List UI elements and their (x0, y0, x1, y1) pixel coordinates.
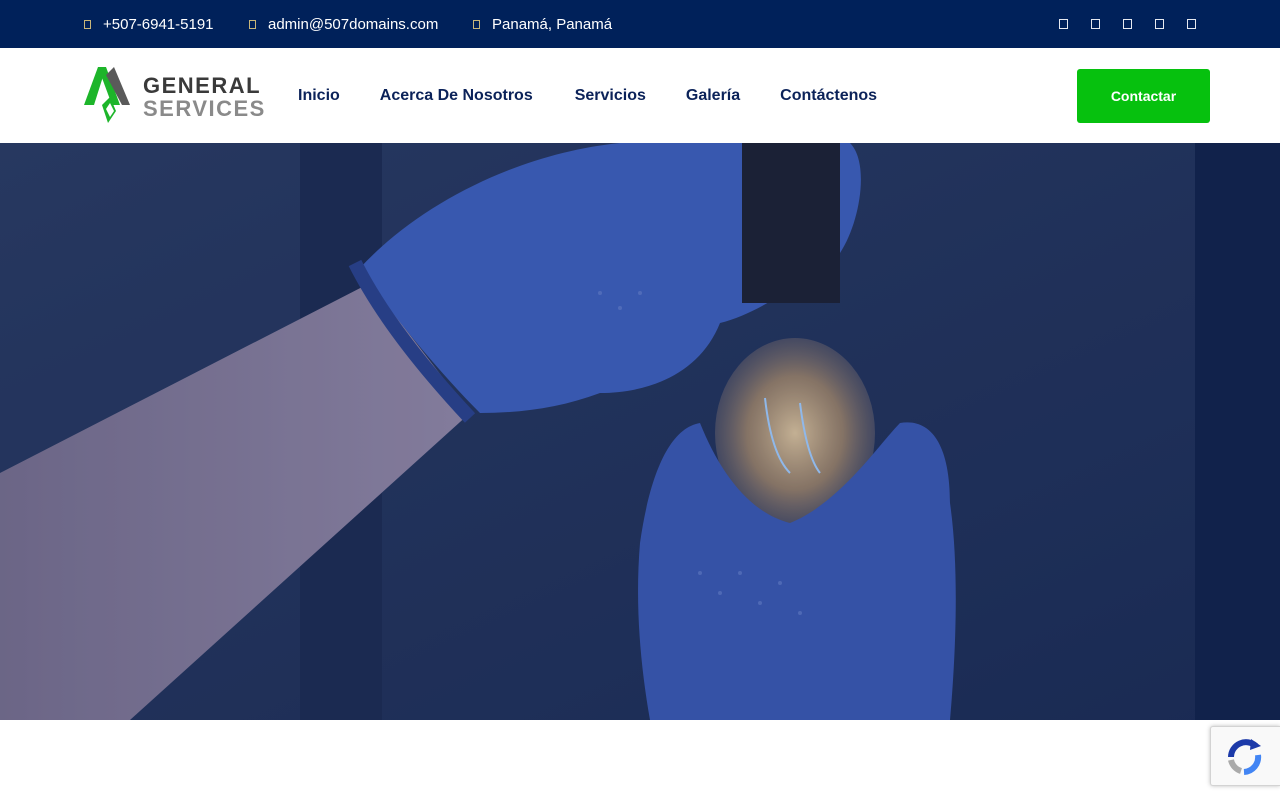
hero-banner (0, 143, 1280, 720)
twitter-icon[interactable] (1091, 19, 1100, 29)
facebook-icon[interactable] (1059, 19, 1068, 29)
recaptcha-icon (1228, 739, 1262, 775)
site-header: GENERAL SERVICES Inicio Acerca De Nosotr… (0, 48, 1280, 143)
main-nav: Inicio Acerca De Nosotros Servicios Gale… (298, 48, 917, 143)
email-text: admin@507domains.com (268, 15, 439, 33)
hero-image (0, 143, 1280, 720)
instagram-icon[interactable] (1123, 19, 1132, 29)
top-info-bar: +507-6941-5191 admin@507domains.com Pana… (0, 0, 1280, 48)
logo-line-1: GENERAL (143, 73, 262, 98)
youtube-icon[interactable] (1187, 19, 1196, 29)
nav-inicio[interactable]: Inicio (298, 87, 340, 105)
phone-icon (84, 19, 91, 29)
nav-servicios[interactable]: Servicios (575, 87, 646, 105)
nav-galeria[interactable]: Galería (686, 87, 740, 105)
phone-text: +507-6941-5191 (103, 15, 214, 33)
linkedin-icon[interactable] (1155, 19, 1164, 29)
email-info[interactable]: admin@507domains.com (249, 0, 438, 48)
site-logo[interactable]: GENERAL SERVICES (84, 65, 264, 125)
nav-contactenos[interactable]: Contáctenos (780, 87, 877, 105)
social-links (1059, 0, 1196, 48)
phone-info[interactable]: +507-6941-5191 (84, 0, 214, 48)
logo-line-2: SERVICES (143, 96, 266, 121)
location-text: Panamá, Panamá (492, 15, 613, 33)
logo-mark-icon (84, 67, 130, 123)
location-info: Panamá, Panamá (473, 0, 612, 48)
nav-acerca-de-nosotros[interactable]: Acerca De Nosotros (380, 87, 533, 105)
map-marker-icon (473, 19, 480, 29)
envelope-icon (249, 19, 256, 29)
contactar-button[interactable]: Contactar (1077, 69, 1210, 123)
recaptcha-badge[interactable] (1210, 726, 1280, 786)
